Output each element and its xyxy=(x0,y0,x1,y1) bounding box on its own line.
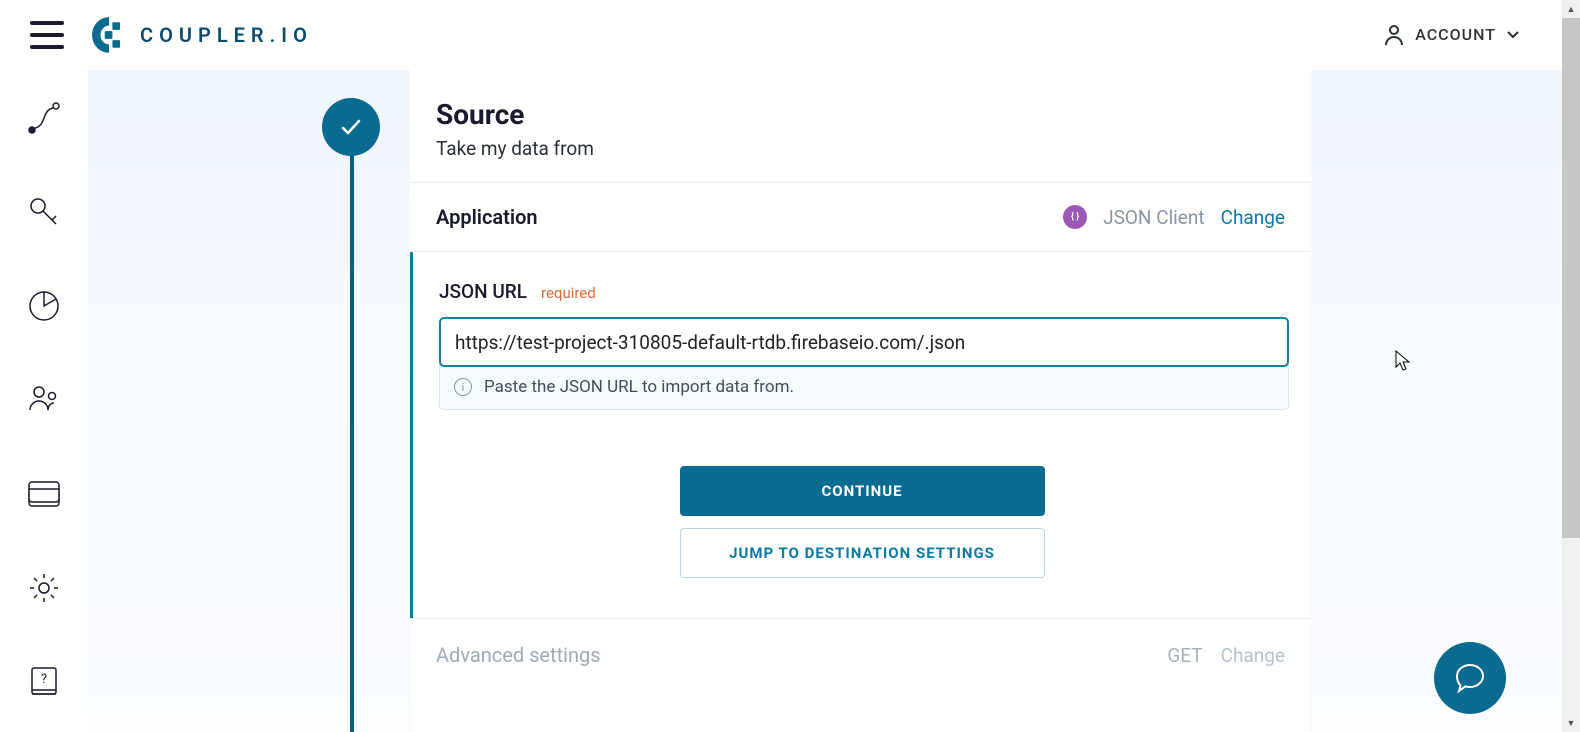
main-panel: Source Take my data from Application { }… xyxy=(409,70,1312,732)
sidebar-item-flows[interactable] xyxy=(24,98,64,138)
logo-mark-icon xyxy=(92,17,126,53)
sidebar-item-billing[interactable] xyxy=(24,474,64,514)
source-title: Source xyxy=(436,98,1285,131)
application-name: JSON Client xyxy=(1103,206,1205,229)
json-url-section: JSON URL required i Paste the JSON URL t… xyxy=(410,252,1311,618)
json-url-hint: i Paste the JSON URL to import data from… xyxy=(439,365,1289,410)
logo-text: COUPLER.IO xyxy=(140,23,313,47)
application-change-link[interactable]: Change xyxy=(1221,206,1285,229)
top-header: COUPLER.IO ACCOUNT xyxy=(0,0,1580,70)
json-url-label: JSON URL xyxy=(439,280,527,303)
sidebar-item-help[interactable]: ? xyxy=(24,662,64,702)
flow-icon xyxy=(26,100,62,136)
pie-chart-icon xyxy=(27,289,61,323)
http-method-value: GET xyxy=(1167,644,1202,667)
timeline-line xyxy=(350,98,354,732)
source-subtitle: Take my data from xyxy=(436,137,1285,160)
help-book-icon: ? xyxy=(28,665,60,699)
help-fab[interactable] xyxy=(1434,642,1506,714)
chat-icon xyxy=(1453,662,1487,694)
source-header: Source Take my data from xyxy=(410,70,1311,183)
key-icon xyxy=(26,194,62,230)
hamburger-menu-icon[interactable] xyxy=(30,21,64,49)
card-icon xyxy=(26,479,62,509)
svg-text:?: ? xyxy=(41,672,47,687)
scrollbar[interactable]: ▲ ▼ xyxy=(1562,0,1580,732)
sidebar: ? xyxy=(0,70,88,732)
continue-button[interactable]: CONTINUE xyxy=(680,466,1045,516)
sidebar-item-settings[interactable] xyxy=(24,568,64,608)
team-icon xyxy=(26,382,62,418)
jump-destination-button[interactable]: JUMP TO DESTINATION SETTINGS xyxy=(680,528,1045,578)
scroll-down-icon[interactable]: ▼ xyxy=(1562,714,1580,732)
hint-text: Paste the JSON URL to import data from. xyxy=(484,377,794,397)
application-label: Application xyxy=(436,205,538,229)
gear-icon xyxy=(27,571,61,605)
info-icon: i xyxy=(454,378,472,396)
check-icon xyxy=(339,117,363,137)
sidebar-item-team[interactable] xyxy=(24,380,64,420)
account-label: ACCOUNT xyxy=(1415,25,1496,44)
button-group: CONTINUE JUMP TO DESTINATION SETTINGS xyxy=(439,466,1285,578)
advanced-section[interactable]: Advanced settings GET Change xyxy=(410,618,1311,691)
sidebar-item-connections[interactable] xyxy=(24,192,64,232)
step-complete-badge xyxy=(322,98,380,156)
account-menu[interactable]: ACCOUNT xyxy=(1383,23,1550,47)
sidebar-item-usage[interactable] xyxy=(24,286,64,326)
scroll-thumb[interactable] xyxy=(1562,18,1580,538)
json-client-icon: { } xyxy=(1063,205,1087,229)
scroll-up-icon[interactable]: ▲ xyxy=(1562,0,1580,18)
chevron-down-icon xyxy=(1506,30,1520,40)
mouse-cursor-icon xyxy=(1395,350,1413,372)
advanced-change-link: Change xyxy=(1221,644,1285,667)
json-url-input[interactable] xyxy=(439,317,1289,367)
required-badge: required xyxy=(541,284,596,302)
header-left: COUPLER.IO xyxy=(30,17,313,53)
application-section: Application { } JSON Client Change xyxy=(410,183,1311,252)
logo[interactable]: COUPLER.IO xyxy=(92,17,313,53)
advanced-label: Advanced settings xyxy=(436,643,601,667)
user-icon xyxy=(1383,23,1405,47)
